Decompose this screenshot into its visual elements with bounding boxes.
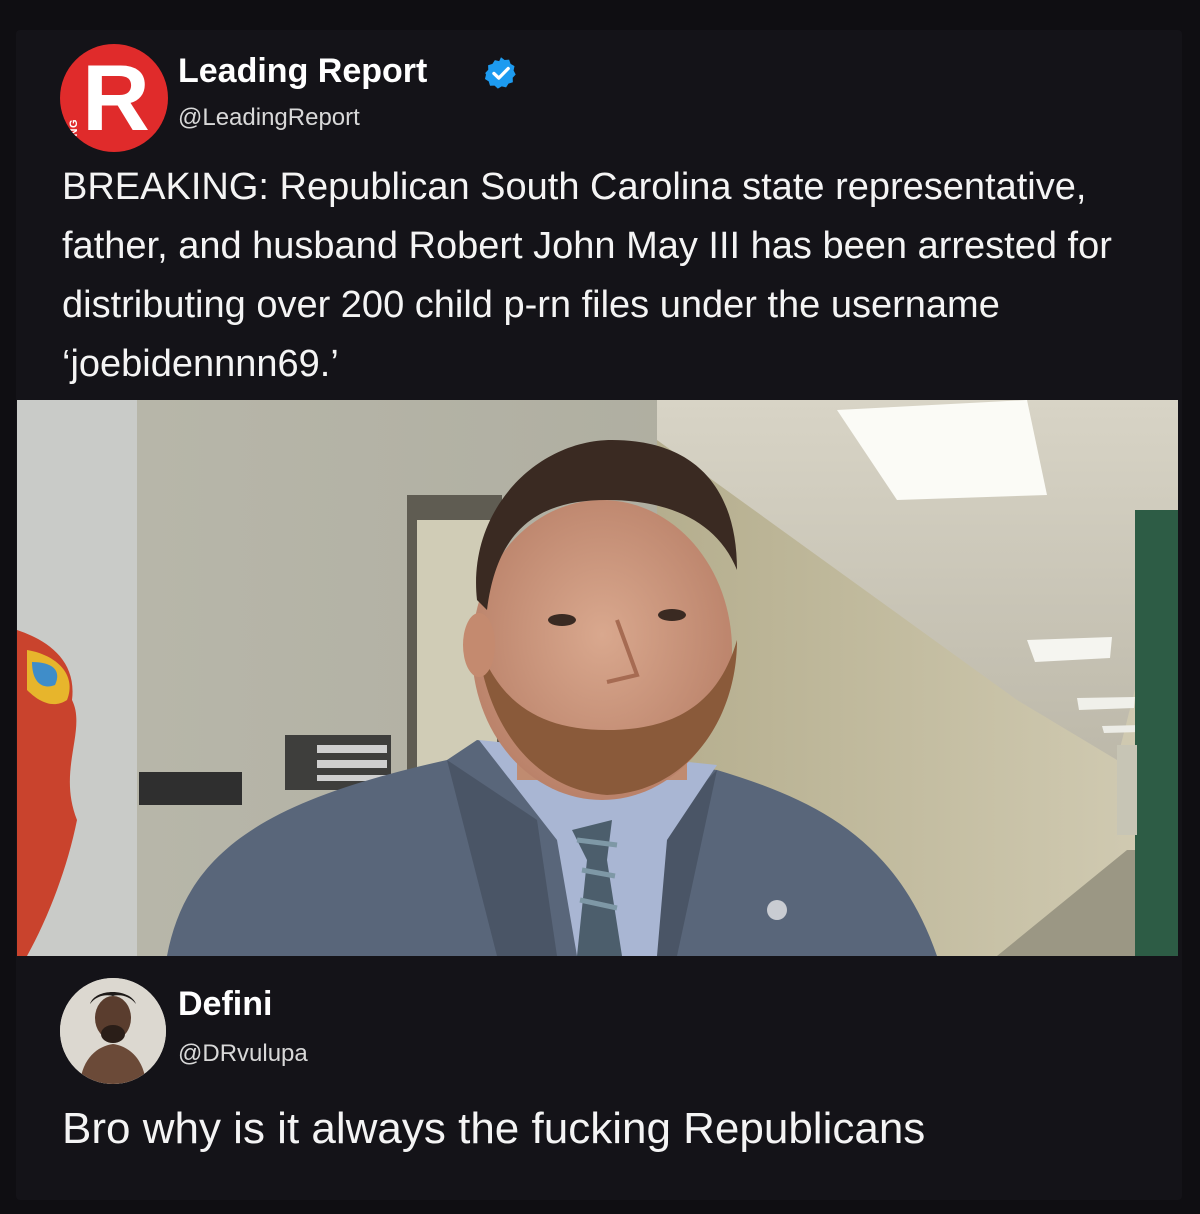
defini-avatar[interactable]	[60, 978, 166, 1084]
leading-report-avatar[interactable]: R LEADING	[60, 44, 168, 152]
tweet-photo[interactable]	[17, 400, 1178, 956]
account-display-name[interactable]: Leading Report	[178, 52, 427, 91]
avatar-side-text: LEADING	[68, 119, 80, 152]
avatar-letter: R	[82, 45, 150, 150]
reply-handle[interactable]: @DRvulupa	[178, 1040, 308, 1068]
tweet-body-text: BREAKING: Republican South Carolina stat…	[62, 166, 1112, 385]
verified-badge-icon	[484, 57, 516, 89]
account-handle[interactable]: @LeadingReport	[178, 104, 360, 132]
reply-display-name[interactable]: Defini	[178, 985, 272, 1024]
reply-body-text: Bro why is it always the fucking Republi…	[62, 1104, 926, 1153]
